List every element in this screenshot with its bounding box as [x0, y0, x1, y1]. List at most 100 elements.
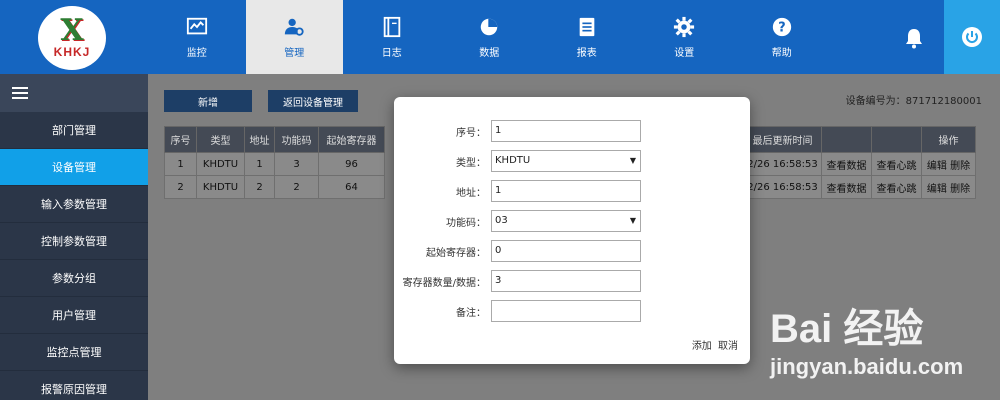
nav-label: 管理	[284, 47, 305, 59]
start-register-input[interactable]: 0	[491, 240, 641, 262]
nav-label: 日志	[381, 47, 402, 59]
table-cell: 2	[274, 175, 319, 199]
type-select[interactable]: KHDTU ▼	[491, 150, 641, 172]
bell-icon[interactable]	[904, 27, 924, 49]
sidebar-item-control-params[interactable]: 控制参数管理	[0, 223, 148, 260]
field-label: 备注：	[456, 308, 486, 319]
device-table: 序号 类型 地址 功能码 起始寄存器 1 KHDTU 1 3 96 2 KHDT…	[164, 126, 385, 199]
table-row: 2/26 16:58:53 查看数据 查看心跳 编辑 删除	[743, 152, 976, 176]
sidebar-item-users[interactable]: 用户管理	[0, 297, 148, 334]
add-button[interactable]: 新增	[164, 90, 252, 112]
form-row-remark: 备注：	[394, 300, 750, 322]
caret-down-icon: ▼	[629, 216, 636, 225]
nav-settings[interactable]: 设置	[636, 0, 734, 74]
form-row-function-code: 功能码： 03 ▼	[394, 210, 750, 232]
table-row: 1 KHDTU 1 3 96	[164, 152, 385, 176]
col-header: 序号	[164, 126, 197, 153]
sidebar-item-alarm-reasons[interactable]: 报警原因管理	[0, 371, 148, 400]
select-value: 03	[495, 215, 508, 226]
field-label: 序号：	[456, 128, 486, 139]
table-cell: 2/26 16:58:53	[743, 175, 822, 199]
pie-chart-icon	[481, 18, 498, 35]
watermark-logo: Bai 经验	[770, 307, 924, 351]
sidebar-item-device[interactable]: 设备管理	[0, 149, 148, 186]
remark-input[interactable]	[491, 300, 641, 322]
edit-delete-links[interactable]: 编辑 删除	[921, 175, 976, 199]
device-number: 设备编号为：871712180001	[845, 96, 982, 107]
table-header-row: 最后更新时间 操作	[743, 126, 976, 153]
nav-manage[interactable]: 管理	[245, 0, 343, 74]
add-link[interactable]: 添加	[692, 341, 712, 352]
watermark-url: jingyan.baidu.com	[770, 354, 964, 379]
cancel-link[interactable]: 取消	[718, 341, 738, 352]
logo-mark: X	[60, 13, 84, 48]
nav-label: 帮助	[771, 47, 792, 59]
caret-down-icon: ▼	[629, 156, 636, 165]
col-header	[871, 126, 922, 153]
user-gear-icon	[285, 18, 304, 36]
sidebar-item-monitor-points[interactable]: 监控点管理	[0, 334, 148, 371]
nav-label: 报表	[576, 47, 597, 59]
chart-icon	[186, 17, 207, 34]
sidebar-toggle[interactable]	[0, 74, 148, 112]
view-data-link[interactable]: 查看数据	[821, 175, 872, 199]
col-header: 类型	[196, 126, 245, 153]
table-cell: 2/26 16:58:53	[743, 152, 822, 176]
top-header: X KHKJ 监控 管理 日志 数据 报表 设置 ? 帮助	[0, 0, 1000, 74]
view-heartbeat-link[interactable]: 查看心跳	[871, 175, 922, 199]
view-heartbeat-link[interactable]: 查看心跳	[871, 152, 922, 176]
sidebar-item-input-params[interactable]: 输入参数管理	[0, 186, 148, 223]
field-label: 地址：	[456, 188, 486, 199]
register-count-input[interactable]: 3	[491, 270, 641, 292]
modal-actions: 添加 取消	[689, 337, 738, 352]
table-cell: 3	[274, 152, 319, 176]
col-header: 起始寄存器	[318, 126, 385, 153]
device-table-right: 最后更新时间 操作 2/26 16:58:53 查看数据 查看心跳 编辑 删除 …	[743, 126, 976, 199]
col-header	[821, 126, 872, 153]
edit-delete-links[interactable]: 编辑 删除	[921, 152, 976, 176]
col-header: 操作	[921, 126, 976, 153]
help-icon: ?	[772, 17, 791, 36]
select-value: KHDTU	[495, 155, 531, 166]
sidebar: 部门管理 设备管理 输入参数管理 控制参数管理 参数分组 用户管理 监控点管理 …	[0, 74, 148, 400]
form-row-address: 地址： 1	[394, 180, 750, 202]
table-header-row: 序号 类型 地址 功能码 起始寄存器	[164, 126, 385, 153]
table-cell: 1	[164, 152, 197, 176]
address-input[interactable]: 1	[491, 180, 641, 202]
field-label: 寄存器数量/数据：	[402, 278, 486, 289]
nav-label: 数据	[479, 47, 500, 59]
sidebar-item-param-group[interactable]: 参数分组	[0, 260, 148, 297]
col-header: 地址	[244, 126, 275, 153]
power-icon	[962, 27, 982, 47]
table-cell: 2	[244, 175, 275, 199]
back-to-device-button[interactable]: 返回设备管理	[268, 90, 358, 112]
sidebar-item-department[interactable]: 部门管理	[0, 112, 148, 149]
view-data-link[interactable]: 查看数据	[821, 152, 872, 176]
logo-text: KHKJ	[53, 45, 91, 59]
hamburger-icon	[12, 87, 28, 99]
baidu-watermark: Bai 经验 jingyan.baidu.com	[770, 296, 992, 396]
form-row-index: 序号： 1	[394, 120, 750, 142]
nav-label: 监控	[186, 47, 207, 59]
table-cell: 96	[318, 152, 385, 176]
form-row-register-count: 寄存器数量/数据： 3	[394, 270, 750, 292]
company-logo: X KHKJ	[38, 6, 106, 70]
main-nav: 监控 管理 日志 数据 报表 设置 ? 帮助	[148, 0, 831, 74]
table-cell: 2	[164, 175, 197, 199]
function-code-select[interactable]: 03 ▼	[491, 210, 641, 232]
table-row: 2/26 16:58:53 查看数据 查看心跳 编辑 删除	[743, 175, 976, 199]
nav-data[interactable]: 数据	[441, 0, 539, 74]
nav-monitor[interactable]: 监控	[148, 0, 246, 74]
nav-log[interactable]: 日志	[343, 0, 441, 74]
table-cell: 1	[244, 152, 275, 176]
table-cell: KHDTU	[196, 175, 245, 199]
power-button[interactable]	[944, 0, 1000, 74]
table-cell: 64	[318, 175, 385, 199]
nav-help[interactable]: ? 帮助	[733, 0, 831, 74]
nav-report[interactable]: 报表	[538, 0, 636, 74]
col-header: 最后更新时间	[743, 126, 822, 153]
field-label: 起始寄存器：	[426, 248, 486, 259]
table-row: 2 KHDTU 2 2 64	[164, 175, 385, 199]
index-input[interactable]: 1	[491, 120, 641, 142]
add-register-modal: 序号： 1 类型： KHDTU ▼ 地址： 1 功能码： 03 ▼ 起始寄存器：…	[394, 97, 750, 364]
